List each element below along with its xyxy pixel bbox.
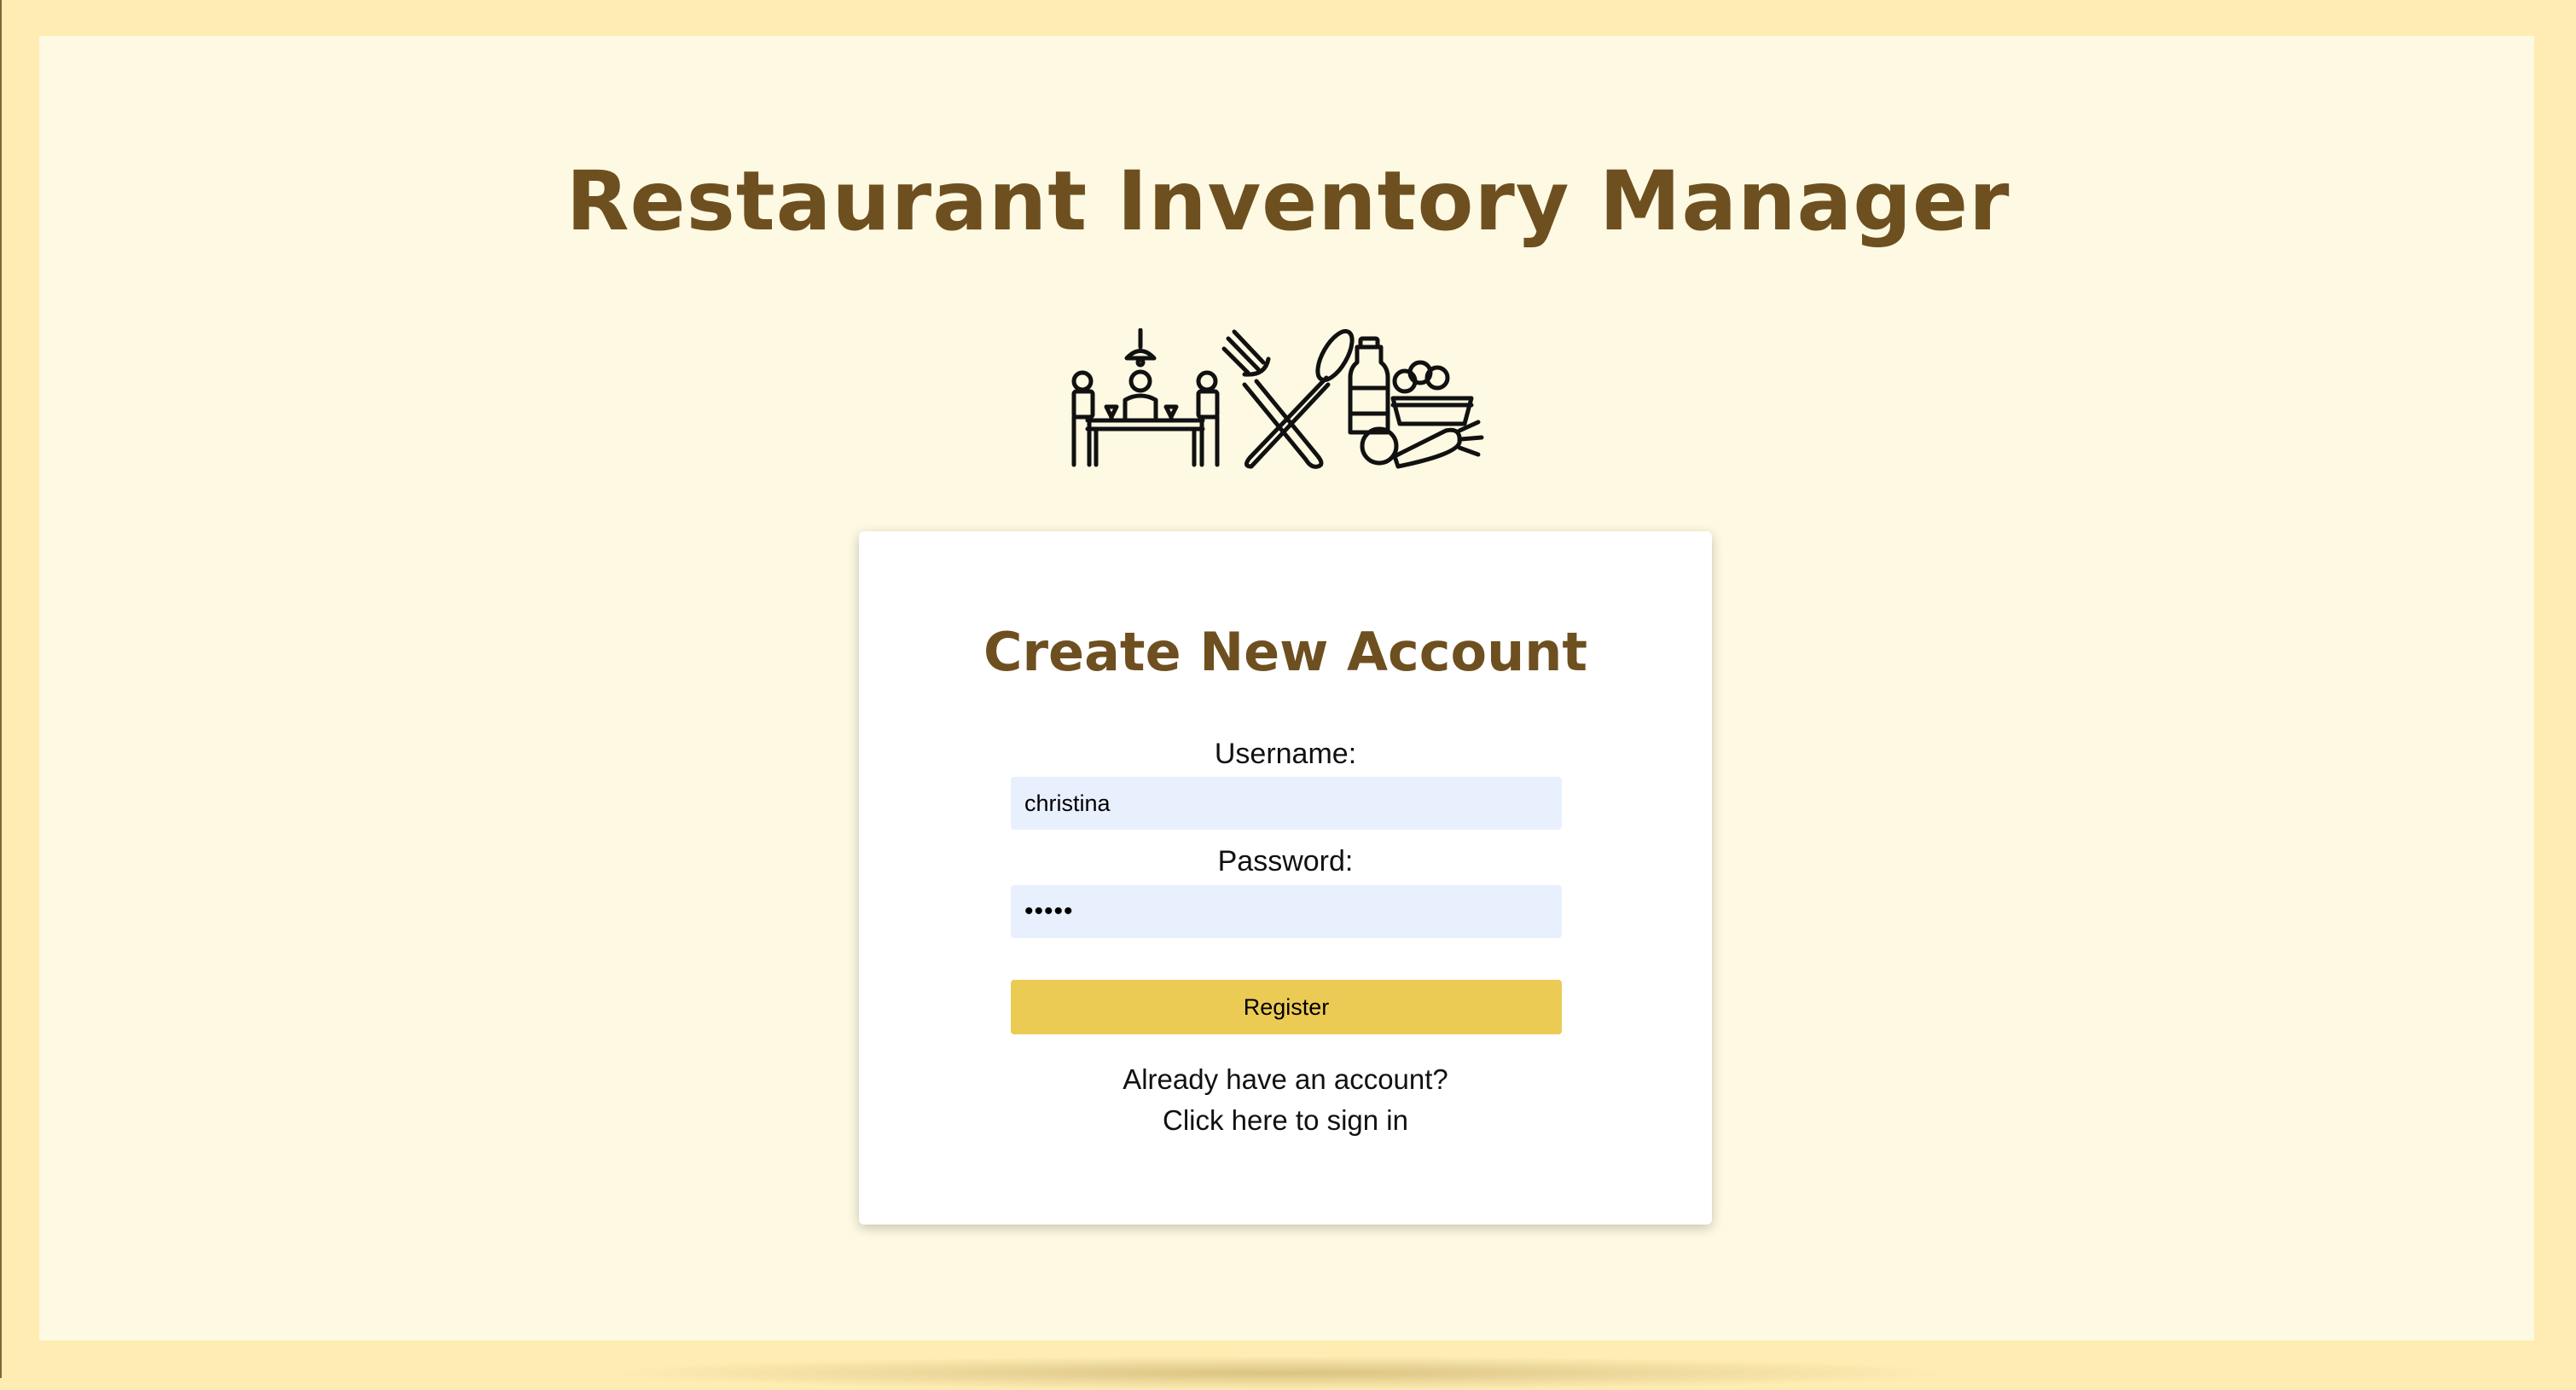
hero-icons xyxy=(1070,327,1501,469)
register-button[interactable]: Register xyxy=(1011,980,1562,1034)
bottom-shadow xyxy=(597,1356,1962,1390)
app-title: Restaurant Inventory Manager xyxy=(566,153,2010,249)
form-title: Create New Account xyxy=(983,621,1588,683)
fork-spoon-icon xyxy=(1221,328,1355,469)
password-label: Password: xyxy=(1217,845,1354,877)
signin-link[interactable]: Click here to sign in xyxy=(859,1104,1712,1137)
dining-table-icon xyxy=(1071,327,1220,467)
password-input[interactable] xyxy=(1011,885,1562,938)
groceries-icon xyxy=(1348,336,1484,469)
username-input[interactable] xyxy=(1011,777,1562,830)
username-label: Username: xyxy=(1214,738,1357,770)
signin-prompt: Already have an account? xyxy=(1123,1063,1448,1095)
register-card: Create New Account Username: Password: R… xyxy=(859,531,1712,1225)
